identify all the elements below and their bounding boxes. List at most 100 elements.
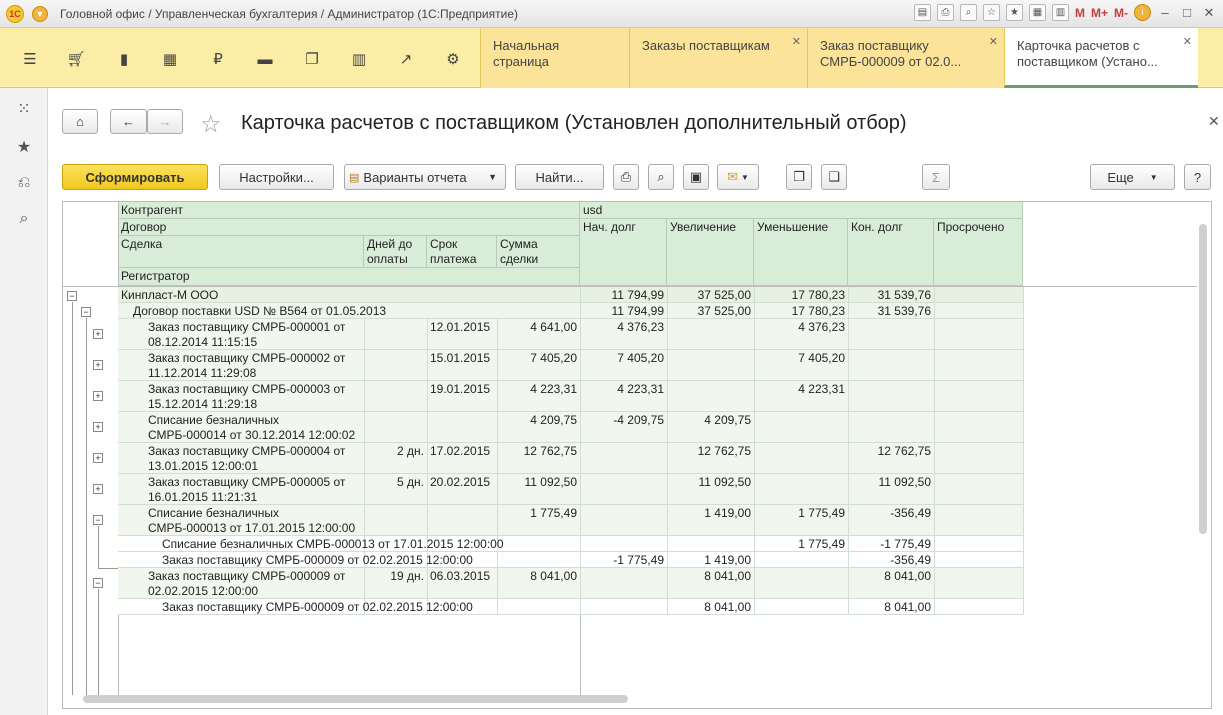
collapse-icon[interactable]: − (93, 578, 103, 588)
expand-icon[interactable]: + (93, 329, 103, 339)
preview-icon[interactable]: ⌕ (959, 4, 977, 21)
tree-line (98, 589, 99, 695)
tab-supplier-order[interactable]: Заказ поставщику СМРБ-000009 от 02.0... … (807, 28, 1004, 88)
cart-icon[interactable]: 🛒︎ (65, 48, 87, 70)
close-icon[interactable]: ✕ (1183, 34, 1192, 50)
report-spreadsheet[interactable]: Контрагент Договор Сделка Дней до оплаты… (62, 201, 1212, 709)
print-button[interactable]: ⎙ (613, 164, 639, 190)
left-panel: ⁙ ★ ⎌ ⌕ (0, 88, 48, 715)
tab-settlement-card[interactable]: Карточка расчетов с поставщиком (Устано.… (1004, 28, 1198, 88)
home-button[interactable]: ⌂ (62, 109, 98, 134)
generate-button[interactable]: Сформировать (62, 164, 208, 190)
sum-button[interactable]: Σ (922, 164, 950, 190)
collapse-icon[interactable]: − (81, 307, 91, 317)
cell-umen: 4 223,31 (798, 382, 845, 396)
print-icon[interactable]: ⎙ (936, 4, 954, 21)
settings-gear-icon[interactable]: ⚙ (442, 48, 464, 70)
more-button[interactable]: Еще ▼ (1090, 164, 1175, 190)
info-icon[interactable]: i (1134, 4, 1151, 21)
cell-summa: 4 641,00 (530, 320, 577, 334)
apps-grid-icon[interactable]: ⁙ (13, 98, 35, 120)
save-icon[interactable]: ▤ (913, 4, 931, 21)
cell-border (848, 381, 849, 412)
back-button[interactable]: ← (110, 109, 147, 134)
maximize-icon[interactable]: □ (1179, 5, 1195, 20)
expand-icon[interactable]: + (93, 453, 103, 463)
vertical-scrollbar[interactable] (1199, 224, 1207, 534)
collapse-icon[interactable]: − (93, 515, 103, 525)
cell-border (580, 303, 581, 319)
cell-border (848, 443, 849, 474)
minimize-icon[interactable]: – (1157, 5, 1173, 20)
row-name-line2: СМРБ-000014 от 30.12.2014 12:00:02 (148, 428, 356, 442)
memory-minus-button[interactable]: M- (1114, 6, 1128, 20)
menu-icon[interactable]: ☰ (19, 48, 41, 70)
calendar-icon[interactable]: ▥ (1051, 4, 1069, 21)
save-button[interactable]: ▣ (683, 164, 709, 190)
expand-icon[interactable]: + (93, 391, 103, 401)
copy-button[interactable]: ❐ (786, 164, 812, 190)
cell-kon: 8 041,00 (884, 600, 931, 614)
favorite-star-icon[interactable]: ☆ (200, 110, 222, 139)
app-logo-icon[interactable]: 1С (6, 4, 24, 23)
preview-button[interactable]: ⌕ (648, 164, 674, 190)
expand-icon[interactable]: + (93, 422, 103, 432)
favorites-star-icon[interactable]: ★ (13, 136, 35, 158)
find-button[interactable]: Найти... (515, 164, 604, 190)
cell-border (364, 568, 365, 599)
cell-border (497, 350, 498, 381)
favorites-icon[interactable]: ★ (1005, 4, 1023, 21)
paste-button[interactable]: ❏ (821, 164, 847, 190)
sections-panel: ☰ 🛒︎ ▮ ▦ ₽ ▬ ❐ ▥ ↗ ⚙ Начальная страница … (0, 28, 1223, 88)
bag-icon[interactable]: ▮ (113, 48, 135, 70)
warehouse-icon[interactable]: ▦ (159, 48, 181, 70)
send-email-button[interactable]: ✉ ▼ (717, 164, 759, 190)
close-form-icon[interactable]: ✕ (1208, 113, 1220, 130)
documents-icon[interactable]: ❐ (301, 48, 323, 70)
row-name: Списание безналичных (148, 413, 280, 427)
settings-button[interactable]: Настройки... (219, 164, 334, 190)
cell-border (364, 319, 365, 350)
cell-border (427, 505, 428, 536)
cell-border (580, 443, 581, 474)
cell-border (754, 474, 755, 505)
cell-border (848, 319, 849, 350)
collapse-icon[interactable]: − (67, 291, 77, 301)
cell-border (934, 303, 935, 319)
cell-border (580, 287, 581, 303)
calculator-icon[interactable]: ▦ (1028, 4, 1046, 21)
cell-border (848, 303, 849, 319)
memory-plus-button[interactable]: M+ (1091, 6, 1108, 20)
close-icon[interactable]: ✕ (792, 34, 801, 50)
cell-border (497, 319, 498, 350)
cell-nach: -4 209,75 (613, 413, 664, 427)
analytics-icon[interactable]: ↗ (395, 48, 417, 70)
close-window-icon[interactable]: ✕ (1201, 5, 1217, 21)
favorites-add-icon[interactable]: ☆ (982, 4, 1000, 21)
cell-summa: 12 762,75 (523, 444, 577, 458)
cell-border (1023, 350, 1024, 381)
search-icon[interactable]: ⌕ (13, 208, 35, 230)
cell-border (1023, 381, 1024, 412)
cell-srok: 17.02.2015 (430, 444, 491, 458)
cell-border (934, 536, 935, 552)
cell-uvel: 1 419,00 (704, 553, 751, 567)
tab-supplier-orders[interactable]: Заказы поставщикам ✕ (629, 28, 807, 88)
close-icon[interactable]: ✕ (989, 34, 998, 50)
history-icon[interactable]: ⎌ (13, 172, 35, 194)
expand-icon[interactable]: + (93, 360, 103, 370)
tab-home[interactable]: Начальная страница (480, 28, 629, 88)
row-name-line2: 16.01.2015 11:21:31 (148, 490, 258, 504)
memory-button[interactable]: M (1075, 6, 1085, 20)
finance-icon[interactable]: ₽ (207, 48, 229, 70)
truck-icon[interactable]: ▬ (254, 48, 276, 70)
report-variants-button[interactable]: ▤ Варианты отчета ▼ (344, 164, 506, 190)
cell-border (848, 350, 849, 381)
cell-border (848, 505, 849, 536)
forward-button[interactable]: → (147, 109, 183, 134)
reports-icon[interactable]: ▥ (348, 48, 370, 70)
main-menu-icon[interactable]: ▼ (32, 5, 48, 22)
horizontal-scrollbar[interactable] (83, 695, 628, 703)
help-button[interactable]: ? (1184, 164, 1211, 190)
expand-icon[interactable]: + (93, 484, 103, 494)
